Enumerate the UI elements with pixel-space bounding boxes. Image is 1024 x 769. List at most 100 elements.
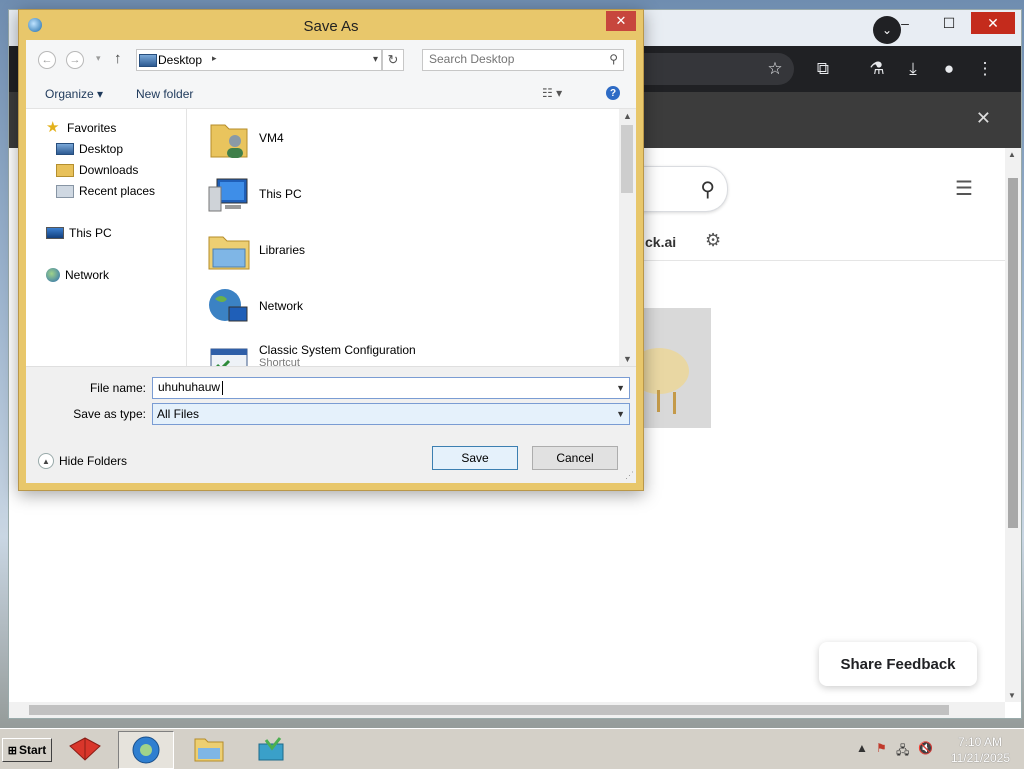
new-folder-button[interactable]: New folder (136, 87, 193, 101)
recent-locations-dropdown[interactable]: ▾ (96, 53, 101, 64)
forward-button[interactable]: → (66, 51, 84, 69)
file-name-combobox[interactable]: ▼ (152, 377, 630, 399)
chevron-down-icon[interactable]: ▼ (616, 383, 625, 393)
hide-folders-button[interactable]: ▲ Hide Folders (38, 453, 127, 469)
file-item-vm4[interactable]: VM4 (207, 113, 607, 169)
share-feedback-button[interactable]: Share Feedback (819, 642, 977, 686)
resize-grip-icon[interactable]: ⋰ (625, 470, 634, 481)
network-globe-icon (209, 289, 248, 322)
breadcrumb-location[interactable]: Desktop (158, 53, 202, 67)
search-icon[interactable]: ⚲ (700, 177, 715, 202)
save-as-dialog: Save As ✕ ← → ▾ ↑ Desktop ▸ ▾ ↻ ⚲ Organi… (18, 9, 644, 491)
back-button[interactable]: ← (38, 51, 56, 69)
search-desktop-box[interactable]: ⚲ (422, 49, 624, 71)
nav-item-label: Recent places (79, 184, 156, 198)
file-name: Libraries (259, 243, 306, 257)
dialog-titlebar[interactable]: Save As ✕ (19, 10, 643, 40)
nav-item-desktop[interactable]: Desktop (56, 142, 123, 156)
tray-expand-icon[interactable]: ▲ (856, 741, 868, 755)
dialog-title: Save As (303, 18, 359, 35)
chevron-down-icon[interactable]: ▾ (373, 54, 378, 65)
file-item-network[interactable]: Network (207, 281, 607, 337)
refresh-button[interactable]: ↻ (382, 49, 404, 71)
page-vertical-scrollbar[interactable]: ▲ ▼ (1005, 148, 1021, 702)
nav-item-label: Desktop (79, 142, 124, 156)
profile-icon[interactable]: ● (937, 57, 961, 81)
maximize-button[interactable]: ☐ (927, 12, 971, 34)
nav-item-downloads[interactable]: Downloads (56, 163, 138, 177)
start-label: Start (18, 743, 47, 757)
save-as-type-dropdown[interactable]: All Files ▼ (152, 403, 630, 425)
recent-places-icon (56, 184, 74, 198)
up-folder-button[interactable]: ↑ (114, 50, 122, 67)
installer-icon (258, 737, 284, 761)
chevron-down-icon[interactable]: ▼ (616, 409, 625, 419)
extensions-icon[interactable]: ⧉ (811, 57, 835, 81)
taskbar-app-security[interactable] (58, 731, 112, 767)
nav-item-label: This PC (69, 226, 112, 240)
scroll-thumb[interactable] (621, 125, 633, 193)
network-status-icon[interactable]: 🖧 (896, 741, 909, 762)
menu-kebab-icon[interactable]: ⋮ (973, 57, 997, 81)
nav-item-favorites[interactable]: ★ Favorites (46, 120, 116, 135)
dialog-close-button[interactable]: ✕ (606, 11, 636, 31)
command-bar: Organize ▾ New folder ☷ ▾ ? (26, 80, 636, 109)
download-icon[interactable]: ⤓ (901, 57, 925, 81)
page-search-box[interactable]: ⚲ (631, 166, 728, 212)
nav-item-label: Network (65, 268, 110, 282)
windows-logo-icon: ⊞ (7, 744, 17, 757)
save-form: File name: ▼ Save as type: All Files ▼ ▲… (26, 366, 636, 483)
save-button[interactable]: Save (432, 446, 518, 470)
file-name: Classic System Configuration (259, 343, 416, 357)
file-list: VM4 This PC Libraries Network Classic Sy… (187, 109, 619, 366)
desktop-icon (139, 54, 157, 67)
taskbar-app-installer[interactable] (244, 731, 298, 767)
clock-time[interactable]: 7:10 AM (958, 735, 1002, 749)
libraries-folder-icon (208, 236, 250, 270)
dialog-body: ← → ▾ ↑ Desktop ▸ ▾ ↻ ⚲ Organize ▾ New f… (26, 40, 636, 483)
volume-muted-icon[interactable]: 🔇 (918, 741, 933, 755)
chevron-up-icon: ▲ (38, 453, 54, 469)
navigation-bar: ← → ▾ ↑ Desktop ▸ ▾ ↻ ⚲ (26, 40, 636, 80)
taskbar-app-browser[interactable] (118, 731, 174, 769)
search-icon[interactable]: ⚲ (609, 52, 618, 66)
address-bar[interactable]: ☆ (639, 53, 794, 85)
minimize-button[interactable]: – (883, 12, 927, 34)
file-item-classic-system-configuration[interactable]: Classic System Configuration Shortcut (207, 337, 607, 366)
action-center-flag-icon[interactable]: ⚑ (876, 741, 887, 755)
scroll-down-arrow-icon[interactable]: ▼ (623, 354, 632, 364)
computer-icon (208, 178, 248, 212)
file-name-label: File name: (89, 381, 146, 395)
chevron-right-icon[interactable]: ▸ (212, 53, 217, 64)
search-input[interactable] (423, 50, 605, 68)
bookmark-star-icon[interactable]: ☆ (763, 57, 787, 81)
clock-date[interactable]: 11/21/2025 (951, 751, 1010, 765)
file-name: VM4 (259, 131, 284, 145)
info-bar-close-icon[interactable]: ✕ (976, 108, 991, 129)
labs-flask-icon[interactable]: ⚗ (865, 57, 889, 81)
settings-gear-icon[interactable]: ⚙ (705, 230, 721, 251)
start-button[interactable]: ⊞ Start (2, 738, 52, 762)
taskbar-app-file-explorer[interactable] (182, 731, 236, 767)
system-tray: ▲ ⚑ 🖧 🔇 7:10 AM 11/21/2025 (834, 729, 1024, 769)
nav-item-this-pc[interactable]: This PC (46, 226, 112, 240)
cancel-button[interactable]: Cancel (532, 446, 618, 470)
browser-close-button[interactable]: ✕ (971, 12, 1015, 34)
change-view-icon[interactable]: ☷ ▾ (542, 86, 562, 100)
page-horizontal-scrollbar[interactable] (9, 702, 1005, 718)
file-subtitle: Shortcut (259, 357, 300, 366)
hamburger-menu-icon[interactable]: ☰ (955, 176, 973, 201)
address-breadcrumb[interactable]: Desktop ▸ ▾ (136, 49, 382, 71)
file-item-libraries[interactable]: Libraries (207, 225, 607, 281)
scroll-up-arrow-icon[interactable]: ▲ (623, 111, 632, 121)
file-item-this-pc[interactable]: This PC (207, 169, 607, 225)
red-cube-icon (69, 737, 101, 761)
network-globe-icon (46, 268, 60, 282)
nav-item-network[interactable]: Network (46, 268, 109, 282)
file-list-scrollbar[interactable]: ▲ ▼ (619, 109, 636, 366)
page-tab-label[interactable]: ck.ai (645, 234, 676, 250)
organize-button[interactable]: Organize ▾ (45, 87, 103, 101)
nav-item-recent-places[interactable]: Recent places (56, 184, 155, 198)
help-icon[interactable]: ? (606, 86, 620, 100)
user-folder-icon (210, 124, 248, 158)
